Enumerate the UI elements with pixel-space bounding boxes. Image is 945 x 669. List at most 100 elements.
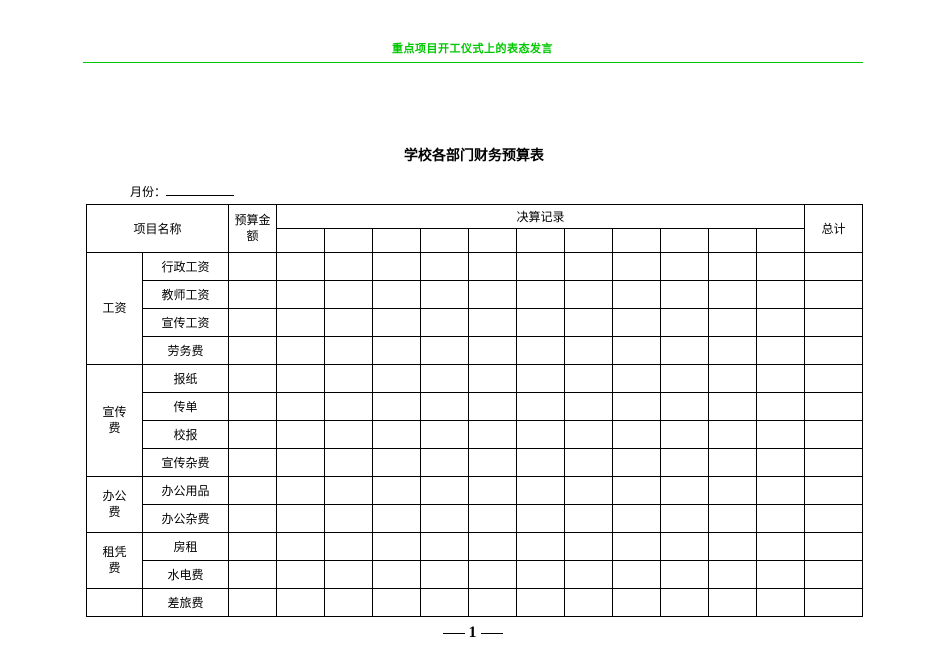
data-cell[interactable]	[469, 561, 517, 589]
data-cell[interactable]	[709, 505, 757, 533]
data-cell[interactable]	[661, 281, 709, 309]
data-cell[interactable]	[565, 589, 613, 617]
data-cell[interactable]	[469, 309, 517, 337]
data-cell[interactable]	[661, 393, 709, 421]
data-cell[interactable]	[277, 477, 325, 505]
data-cell[interactable]	[277, 309, 325, 337]
data-cell[interactable]	[805, 589, 863, 617]
data-cell[interactable]	[805, 561, 863, 589]
data-cell[interactable]	[325, 505, 373, 533]
data-cell[interactable]	[421, 477, 469, 505]
data-cell[interactable]	[613, 533, 661, 561]
month-blank-line[interactable]	[166, 184, 234, 196]
data-cell[interactable]	[421, 561, 469, 589]
data-cell[interactable]	[709, 421, 757, 449]
data-cell[interactable]	[277, 421, 325, 449]
data-cell[interactable]	[661, 337, 709, 365]
data-cell[interactable]	[421, 281, 469, 309]
data-cell[interactable]	[229, 533, 277, 561]
data-cell[interactable]	[805, 449, 863, 477]
data-cell[interactable]	[277, 365, 325, 393]
data-cell[interactable]	[373, 421, 421, 449]
data-cell[interactable]	[565, 281, 613, 309]
data-cell[interactable]	[325, 449, 373, 477]
data-cell[interactable]	[661, 421, 709, 449]
data-cell[interactable]	[421, 421, 469, 449]
data-cell[interactable]	[277, 449, 325, 477]
data-cell[interactable]	[805, 505, 863, 533]
data-cell[interactable]	[661, 589, 709, 617]
data-cell[interactable]	[325, 561, 373, 589]
data-cell[interactable]	[661, 561, 709, 589]
data-cell[interactable]	[325, 253, 373, 281]
data-cell[interactable]	[709, 561, 757, 589]
data-cell[interactable]	[565, 421, 613, 449]
data-cell[interactable]	[229, 477, 277, 505]
data-cell[interactable]	[421, 533, 469, 561]
data-cell[interactable]	[325, 337, 373, 365]
data-cell[interactable]	[565, 337, 613, 365]
data-cell[interactable]	[277, 393, 325, 421]
data-cell[interactable]	[325, 281, 373, 309]
data-cell[interactable]	[469, 253, 517, 281]
data-cell[interactable]	[277, 281, 325, 309]
data-cell[interactable]	[565, 365, 613, 393]
data-cell[interactable]	[517, 365, 565, 393]
data-cell[interactable]	[229, 589, 277, 617]
data-cell[interactable]	[229, 337, 277, 365]
data-cell[interactable]	[709, 589, 757, 617]
data-cell[interactable]	[565, 309, 613, 337]
data-cell[interactable]	[517, 281, 565, 309]
data-cell[interactable]	[373, 393, 421, 421]
data-cell[interactable]	[805, 421, 863, 449]
data-cell[interactable]	[325, 393, 373, 421]
data-cell[interactable]	[613, 309, 661, 337]
data-cell[interactable]	[805, 281, 863, 309]
data-cell[interactable]	[613, 337, 661, 365]
data-cell[interactable]	[421, 365, 469, 393]
data-cell[interactable]	[805, 533, 863, 561]
data-cell[interactable]	[709, 449, 757, 477]
data-cell[interactable]	[469, 421, 517, 449]
data-cell[interactable]	[517, 393, 565, 421]
data-cell[interactable]	[613, 421, 661, 449]
data-cell[interactable]	[373, 449, 421, 477]
data-cell[interactable]	[805, 393, 863, 421]
data-cell[interactable]	[229, 421, 277, 449]
data-cell[interactable]	[709, 337, 757, 365]
data-cell[interactable]	[229, 561, 277, 589]
data-cell[interactable]	[565, 533, 613, 561]
data-cell[interactable]	[661, 449, 709, 477]
data-cell[interactable]	[613, 393, 661, 421]
data-cell[interactable]	[661, 309, 709, 337]
data-cell[interactable]	[277, 337, 325, 365]
data-cell[interactable]	[613, 477, 661, 505]
data-cell[interactable]	[517, 253, 565, 281]
data-cell[interactable]	[805, 365, 863, 393]
data-cell[interactable]	[373, 281, 421, 309]
data-cell[interactable]	[373, 561, 421, 589]
data-cell[interactable]	[709, 477, 757, 505]
data-cell[interactable]	[469, 365, 517, 393]
data-cell[interactable]	[565, 393, 613, 421]
data-cell[interactable]	[757, 477, 805, 505]
data-cell[interactable]	[757, 309, 805, 337]
data-cell[interactable]	[421, 589, 469, 617]
data-cell[interactable]	[709, 393, 757, 421]
data-cell[interactable]	[517, 421, 565, 449]
data-cell[interactable]	[277, 561, 325, 589]
data-cell[interactable]	[229, 281, 277, 309]
data-cell[interactable]	[805, 253, 863, 281]
data-cell[interactable]	[517, 561, 565, 589]
data-cell[interactable]	[661, 533, 709, 561]
data-cell[interactable]	[613, 589, 661, 617]
data-cell[interactable]	[277, 533, 325, 561]
data-cell[interactable]	[613, 449, 661, 477]
data-cell[interactable]	[469, 281, 517, 309]
data-cell[interactable]	[565, 561, 613, 589]
data-cell[interactable]	[757, 337, 805, 365]
data-cell[interactable]	[565, 449, 613, 477]
data-cell[interactable]	[469, 449, 517, 477]
data-cell[interactable]	[709, 253, 757, 281]
data-cell[interactable]	[469, 337, 517, 365]
